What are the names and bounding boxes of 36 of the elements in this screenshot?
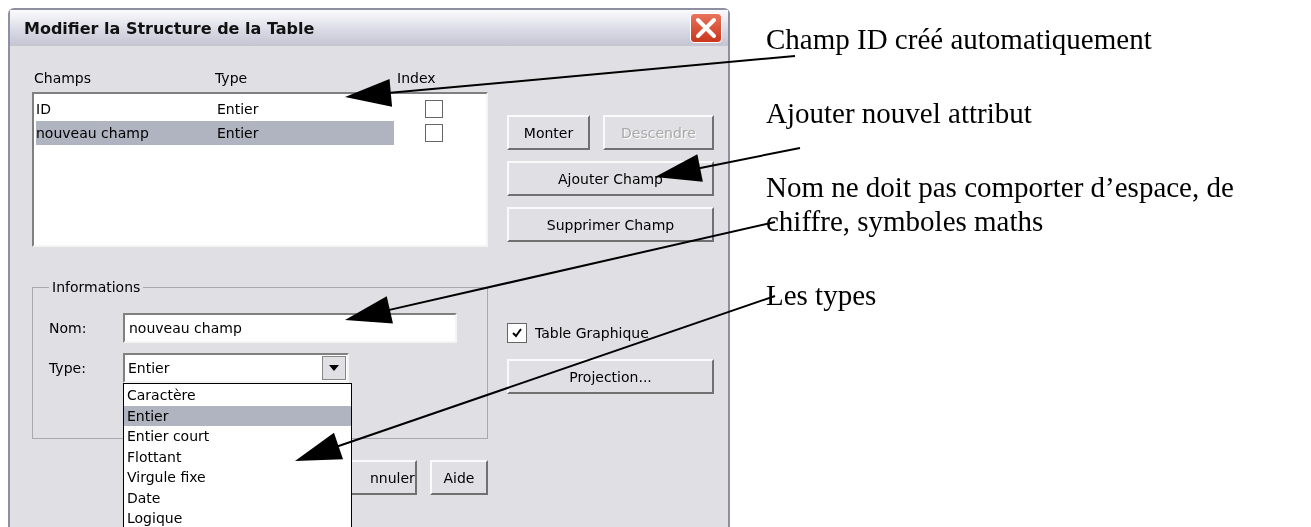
annotation-text: Champ ID créé automatiquement xyxy=(766,22,1153,56)
window-title: Modifier la Structure de la Table xyxy=(24,18,315,38)
group-title: Informations xyxy=(51,279,142,295)
column-header: Type xyxy=(215,70,248,86)
index-checkbox[interactable] xyxy=(425,100,443,118)
dropdown-option[interactable]: Logique xyxy=(124,508,351,527)
side-button[interactable]: Ajouter Champ xyxy=(507,161,714,196)
annotation-text: Ajouter nouvel attribut xyxy=(766,96,1033,130)
dialog-button[interactable]: Aide xyxy=(429,460,488,495)
index-checkbox[interactable] xyxy=(425,124,443,142)
dropdown-option[interactable]: Entier court xyxy=(124,426,351,447)
annotation-text: Les types xyxy=(766,278,878,312)
column-header: Champs xyxy=(34,70,92,86)
check-icon xyxy=(511,327,523,339)
list-row[interactable]: ID Entier xyxy=(36,97,394,121)
field-type: Entier xyxy=(217,125,260,141)
name-field[interactable]: nouveau champ xyxy=(123,313,457,343)
side-button[interactable]: Monter xyxy=(507,115,590,150)
annotation-text: Nom ne doit pas comporter d’espace, de chiffre, symboles maths xyxy=(766,170,1235,238)
side-button[interactable]: Supprimer Champ xyxy=(507,207,714,242)
dropdown-option[interactable]: Caractère xyxy=(124,385,351,406)
type-label: Type: xyxy=(49,360,87,376)
close-icon xyxy=(694,16,718,40)
fields-list[interactable]: ID Entier nouveau champ Entier xyxy=(32,92,488,247)
field-name: ID xyxy=(36,101,52,117)
list-row[interactable]: nouveau champ Entier xyxy=(36,121,394,145)
checkbox-label: Table Graphique xyxy=(535,325,649,341)
field-type: Entier xyxy=(217,101,260,117)
close-button[interactable] xyxy=(690,13,722,43)
table-graphique-checkbox[interactable] xyxy=(507,323,527,343)
projection-button[interactable]: Projection... xyxy=(507,359,714,394)
caret-icon xyxy=(329,365,339,371)
column-header: Index xyxy=(397,70,436,86)
dropdown-option[interactable]: Entier xyxy=(124,405,351,426)
field-name: nouveau champ xyxy=(36,125,150,141)
name-label: Nom: xyxy=(49,320,88,336)
